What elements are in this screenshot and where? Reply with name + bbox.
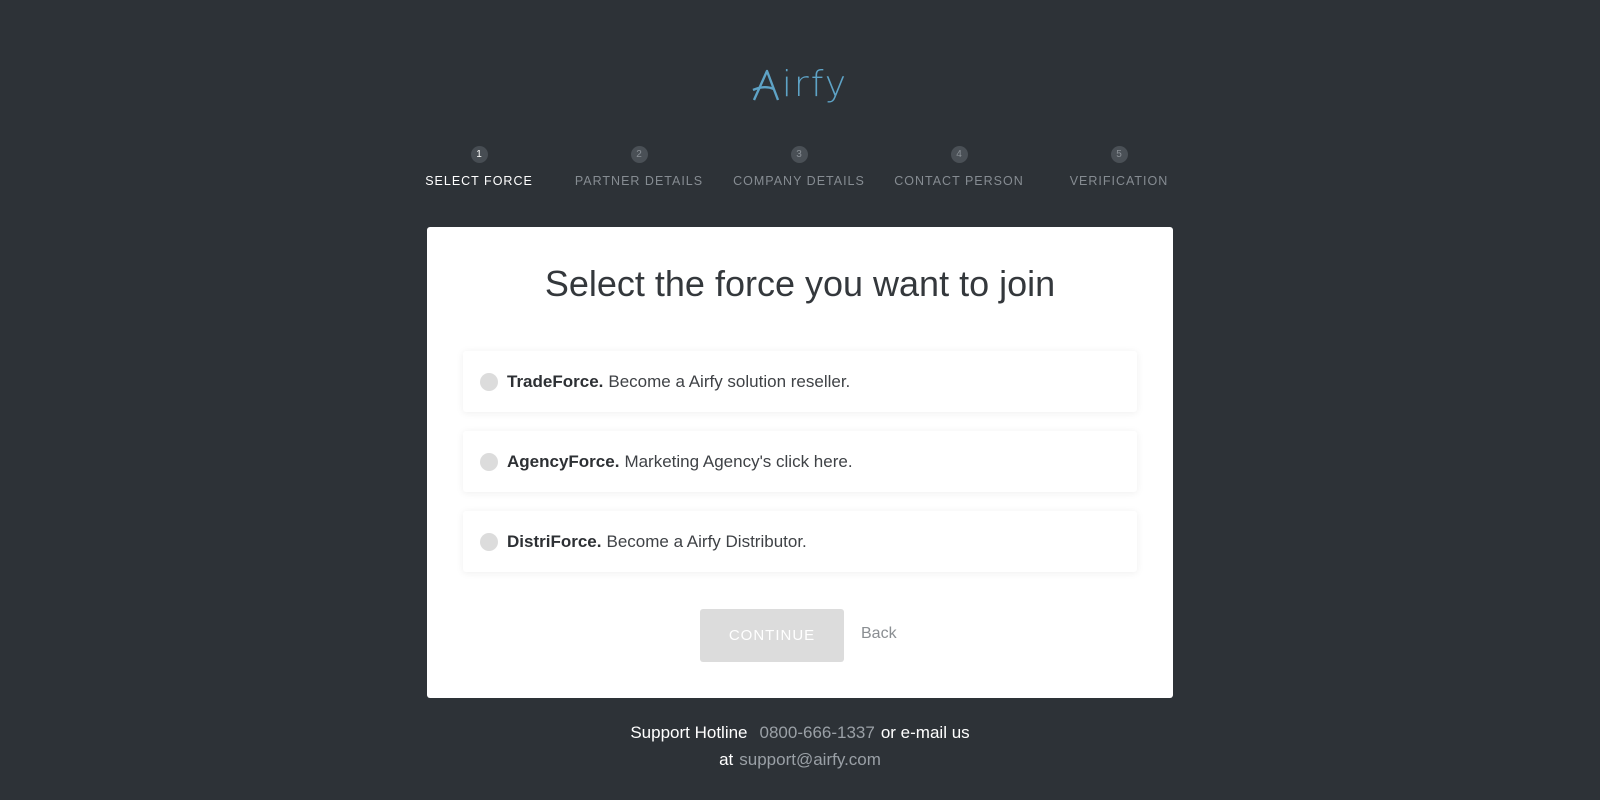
step-contact-person: 4 CONTACT PERSON	[879, 146, 1039, 188]
progress-steps: 1 SELECT FORCE 2 PARTNER DETAILS 3 COMPA…	[399, 146, 1199, 188]
logo-text: irfy	[781, 64, 849, 105]
radio-button[interactable]	[480, 452, 498, 471]
step-label: VERIFICATION	[1069, 174, 1169, 188]
option-agencyforce[interactable]: AgencyForce. Marketing Agency's click her…	[463, 431, 1137, 492]
select-force-card: Select the force you want to join TradeF…	[427, 227, 1173, 698]
option-description: Marketing Agency's click here.	[624, 451, 853, 471]
step-label: SELECT FORCE	[425, 174, 533, 188]
hotline-number-link[interactable]: 0800-666-1337	[760, 723, 875, 742]
step-number: 5	[1110, 146, 1128, 163]
step-partner-details: 2 PARTNER DETAILS	[559, 146, 719, 188]
radio-button[interactable]	[480, 372, 498, 391]
option-text: AgencyForce. Marketing Agency's click her…	[507, 452, 853, 472]
step-label: CONTACT PERSON	[894, 174, 1024, 188]
option-text: TradeForce. Become a Airfy solution resel…	[507, 372, 850, 392]
step-label: PARTNER DETAILS	[574, 174, 704, 188]
option-description: Become a Airfy Distributor.	[606, 531, 807, 551]
step-verification: 5 VERIFICATION	[1039, 146, 1199, 188]
option-name: AgencyForce.	[507, 451, 620, 471]
step-company-details: 3 COMPANY DETAILS	[719, 146, 879, 188]
option-description: Become a Airfy solution reseller.	[608, 371, 851, 391]
airfy-a-logo-icon	[752, 69, 780, 100]
step-number: 4	[950, 146, 968, 163]
step-number: 2	[630, 146, 648, 163]
option-name: DistriForce.	[507, 531, 602, 551]
option-distriforce[interactable]: DistriForce. Become a Airfy Distributor.	[463, 511, 1137, 572]
step-label: COMPANY DETAILS	[733, 174, 865, 188]
option-text: DistriForce. Become a Airfy Distributor.	[507, 532, 807, 552]
support-email-link[interactable]: support@airfy.com	[739, 750, 881, 769]
step-number: 1	[470, 146, 488, 163]
step-select-force: 1 SELECT FORCE	[399, 146, 559, 188]
hotline-label: Support Hotline	[630, 723, 748, 742]
at-text: at	[719, 750, 734, 769]
support-footer: Support Hotline 0800-666-1337 or e-mail us…	[0, 719, 1600, 773]
step-number: 3	[790, 146, 808, 163]
signup-page: irfy 1 SELECT FORCE 2 PARTNER DETAILS 3 …	[0, 0, 1600, 800]
footer-line-1: Support Hotline 0800-666-1337 or e-mail us	[0, 719, 1600, 746]
or-email-text: or e-mail us	[880, 723, 970, 742]
option-tradeforce[interactable]: TradeForce. Become a Airfy solution resel…	[463, 351, 1137, 412]
continue-button[interactable]: CONTINUE	[700, 609, 844, 662]
radio-button[interactable]	[480, 532, 498, 551]
footer-line-2: at support@airfy.com	[0, 746, 1600, 773]
page-title: Select the force you want to join	[544, 263, 1056, 304]
option-name: TradeForce.	[507, 371, 604, 391]
back-link[interactable]: Back	[861, 625, 897, 643]
airfy-logo: irfy	[0, 64, 1600, 105]
